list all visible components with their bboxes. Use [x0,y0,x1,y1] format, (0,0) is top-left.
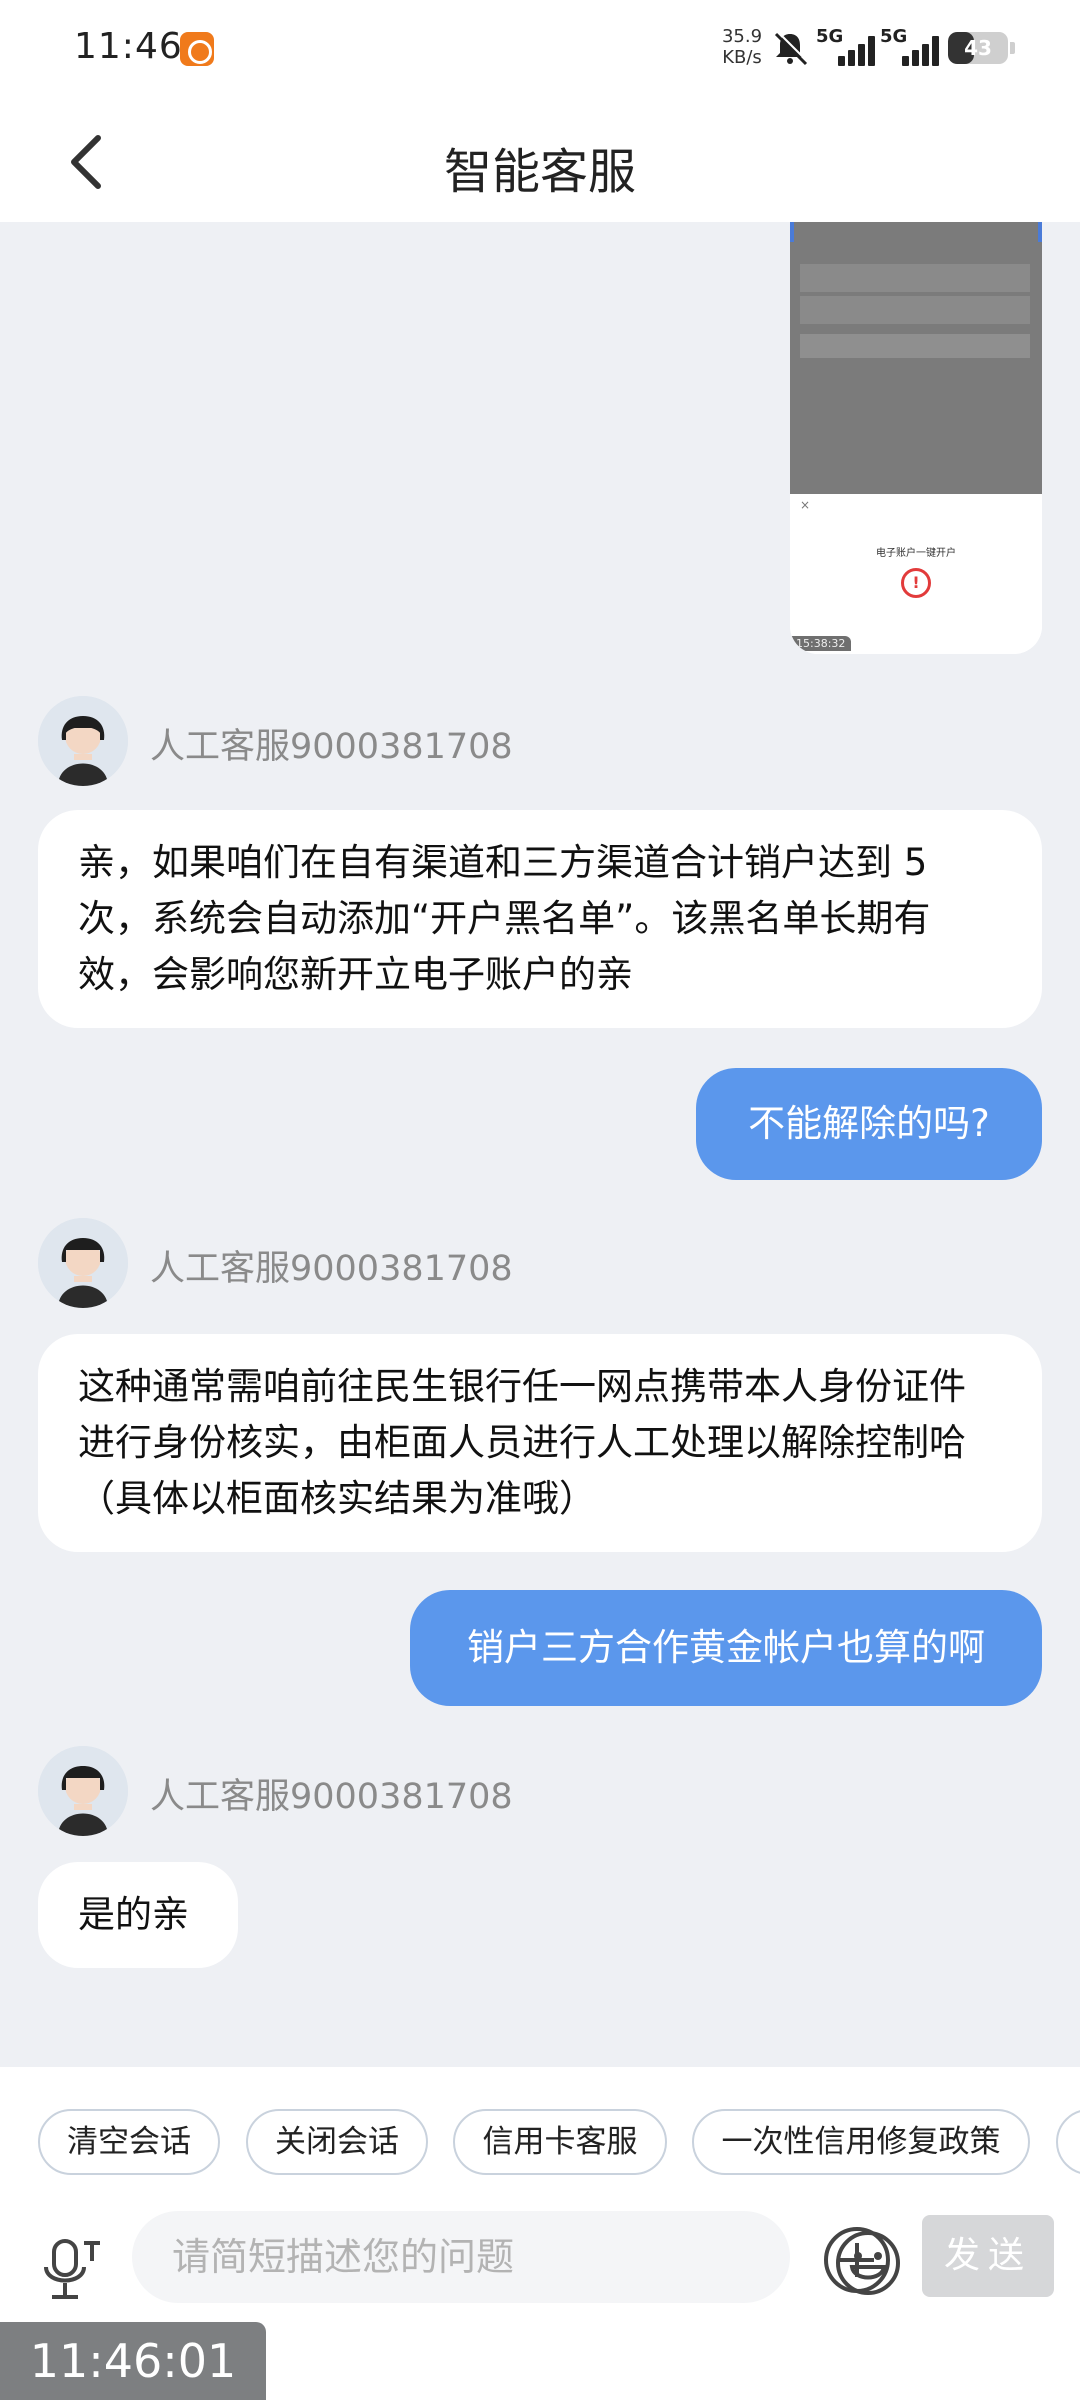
network-speed-value: 35.9 [721,26,763,47]
attachment-background [790,222,1042,494]
more-chip[interactable] [1056,2109,1080,2175]
attachment-strip-right [1038,222,1042,242]
credit-repair-policy-chip[interactable]: 一次性信用修复政策 [692,2109,1030,2175]
message-text: 销户三方合作黄金帐户也算的啊 [467,1626,985,1669]
credit-card-service-chip[interactable]: 信用卡客服 [453,2109,667,2175]
signal-icon-2: 5G [880,26,942,68]
network-speed: 35.9 KB/s [716,26,768,68]
attachment-timestamp: 15:38:32 [790,636,852,651]
attachment-popup-title: 电子账户一键开户 [876,548,956,559]
agent-name: 人工客服9000381708 [150,1777,513,1817]
attachment-popup: × 电子账户一键开户 ! [790,494,1042,654]
message-input[interactable] [172,2211,692,2303]
avatar[interactable] [38,1746,128,1836]
battery-tip [1010,42,1015,54]
voice-input-icon[interactable] [40,2237,104,2303]
agent-name: 人工客服9000381708 [150,727,513,767]
message-input-wrapper [132,2211,900,2303]
signal-label-1: 5G [816,26,844,47]
agent-header: 人工客服9000381708 [38,1746,1038,1842]
attachment-strip-left [790,222,794,242]
close-chat-chip[interactable]: 关闭会话 [246,2109,428,2175]
agent-name: 人工客服9000381708 [150,1249,513,1289]
message-bubble: 是的亲 [38,1862,238,1968]
status-time: 11:46 [74,26,183,67]
message-bubble: 销户三方合作黄金帐户也算的啊 [410,1590,1042,1706]
attachment-row [800,296,1030,324]
message-bubble: 亲，如果咱们在自有渠道和三方渠道合计销户达到 5 次，系统会自动添加“开户黑名单… [38,810,1042,1028]
mute-bell-icon [774,31,809,66]
chat-area[interactable]: × 电子账户一键开户 ! 15:38:32 人工客服9000381708 亲，如… [0,222,1080,2067]
agent-header: 人工客服9000381708 [38,696,1038,792]
attachment-button [800,334,1030,358]
message-text: 这种通常需咱前往民生银行任一网点携带本人身份证件进行身份核实，由柜面人员进行人工… [78,1365,966,1520]
message-text: 不能解除的吗? [748,1102,990,1145]
quick-actions-bar: 清空会话 关闭会话 信用卡客服 一次性信用修复政策 [0,2067,1080,2207]
time-overlay: 11:46:01 [0,2322,266,2400]
alert-icon: ! [901,568,931,598]
clear-chat-chip[interactable]: 清空会话 [38,2109,220,2175]
message-bubble: 这种通常需咱前往民生银行任一网点携带本人身份证件进行身份核实，由柜面人员进行人工… [38,1334,1042,1552]
attachment-row [800,264,1030,292]
battery-icon: 43 [948,32,1008,64]
network-speed-unit: KB/s [722,47,762,68]
avatar[interactable] [38,1218,128,1308]
image-attachment[interactable]: × 电子账户一键开户 ! 15:38:32 [790,222,1042,654]
message-text: 是的亲 [78,1893,189,1936]
plus-icon[interactable] [822,2225,892,2295]
send-button[interactable]: 发送 [922,2215,1054,2297]
avatar[interactable] [38,696,128,786]
agent-header: 人工客服9000381708 [38,1218,1038,1314]
close-icon: × [800,498,811,512]
battery-level: 43 [964,36,992,60]
message-bubble: 不能解除的吗? [696,1068,1042,1180]
app-notification-icon [180,32,214,66]
message-text: 亲，如果咱们在自有渠道和三方渠道合计销户达到 5 次，系统会自动添加“开户黑名单… [78,841,931,996]
signal-icon-1: 5G [816,26,878,68]
signal-label-2: 5G [880,26,908,47]
page-title: 智能客服 [443,144,636,200]
top-bar: 11:46 35.9 KB/s 5G 5G 43 智能客服 [0,0,1080,222]
